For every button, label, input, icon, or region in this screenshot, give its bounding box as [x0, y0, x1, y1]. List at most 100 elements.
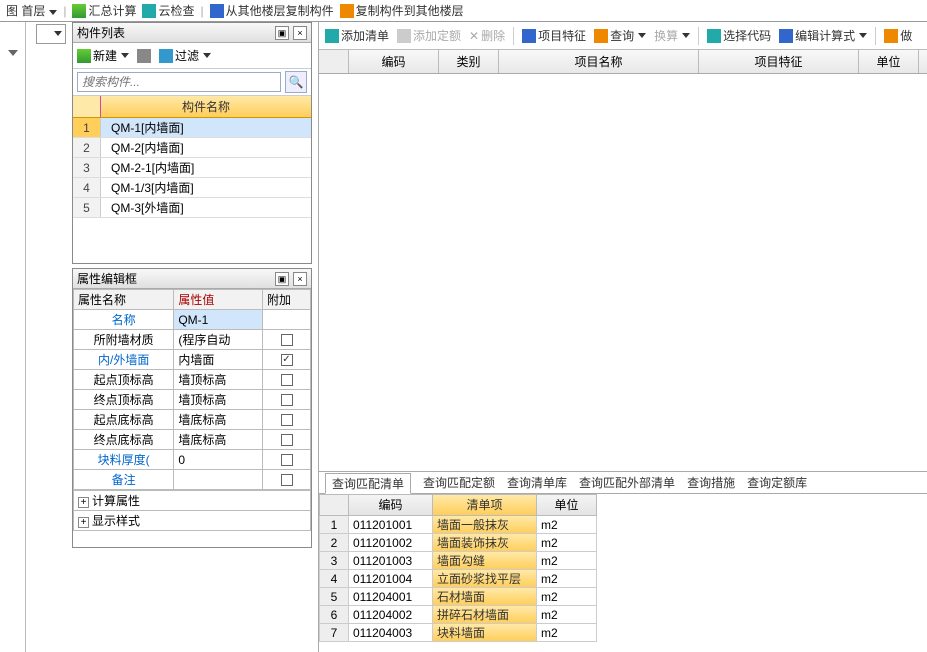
main-grid-empty[interactable] — [319, 74, 927, 472]
cloud-check-button[interactable]: 云检查 — [142, 2, 194, 19]
prop-value[interactable]: 0 — [174, 450, 263, 470]
result-unit: m2 — [537, 624, 597, 642]
prop-extra — [263, 350, 311, 370]
component-row[interactable]: 1QM-1[内墙面] — [73, 118, 311, 138]
checkbox[interactable] — [281, 474, 293, 486]
tab-measures[interactable]: 查询措施 — [687, 474, 735, 491]
expand-icon[interactable]: + — [78, 497, 89, 508]
component-search-input[interactable] — [77, 72, 281, 92]
property-row[interactable]: 备注 — [74, 470, 311, 490]
property-row[interactable]: 起点顶标高墙顶标高 — [74, 370, 311, 390]
floor-dropdown[interactable]: 图 首层 — [6, 2, 57, 19]
component-row[interactable]: 3QM-2-1[内墙面] — [73, 158, 311, 178]
result-code: 011201004 — [349, 570, 433, 588]
prop-value-header: 属性值 — [174, 290, 263, 310]
new-component-button[interactable]: 新建 — [77, 47, 129, 64]
do-method-button[interactable]: 做 — [884, 27, 912, 44]
convert-button[interactable]: 换算 — [654, 27, 690, 44]
result-col-item[interactable]: 清单项 — [433, 494, 537, 516]
delete-button[interactable]: ✕ 删除 — [469, 27, 505, 44]
result-col-unit[interactable]: 单位 — [537, 494, 597, 516]
prop-extra — [263, 330, 311, 350]
result-code: 011204002 — [349, 606, 433, 624]
tab-match-external[interactable]: 查询匹配外部清单 — [579, 474, 675, 491]
tree-node[interactable]: +显示样式 — [74, 511, 311, 531]
add-quota-button[interactable]: 添加定额 — [397, 27, 461, 44]
prop-value[interactable]: 内墙面 — [174, 350, 263, 370]
prop-value[interactable] — [174, 470, 263, 490]
checkbox[interactable] — [281, 394, 293, 406]
property-row[interactable]: 终点顶标高墙顶标高 — [74, 390, 311, 410]
result-row[interactable]: 7011204003块料墙面m2 — [319, 624, 927, 642]
search-go-button[interactable]: 🔍 — [285, 71, 307, 93]
left-collapse-strip[interactable] — [0, 22, 26, 652]
prop-key: 内/外墙面 — [74, 350, 174, 370]
result-row[interactable]: 2011201002墙面装饰抹灰m2 — [319, 534, 927, 552]
component-row[interactable]: 2QM-2[内墙面] — [73, 138, 311, 158]
prop-value[interactable]: QM-1 — [174, 310, 263, 330]
checkbox[interactable] — [281, 414, 293, 426]
property-row[interactable]: 块料厚度(0 — [74, 450, 311, 470]
result-item: 墙面装饰抹灰 — [433, 534, 537, 552]
copy-to-button[interactable]: 复制构件到其他楼层 — [340, 2, 464, 19]
tab-match-list[interactable]: 查询匹配清单 — [325, 473, 411, 494]
result-unit: m2 — [537, 606, 597, 624]
query-button[interactable]: 查询 — [594, 27, 646, 44]
select-code-button[interactable]: 选择代码 — [707, 27, 771, 44]
pin-button[interactable]: ▣ — [275, 272, 289, 286]
pin-button[interactable]: ▣ — [275, 26, 289, 40]
checkbox[interactable] — [281, 354, 293, 366]
add-list-button[interactable]: 添加清单 — [325, 27, 389, 44]
summary-calc-button[interactable]: 汇总计算 — [72, 2, 136, 19]
checkbox[interactable] — [281, 454, 293, 466]
add-list-icon — [325, 29, 339, 43]
property-tree: +计算属性+显示样式 — [73, 490, 311, 531]
prop-value[interactable]: 墙顶标高 — [174, 370, 263, 390]
component-row[interactable]: 5QM-3[外墙面] — [73, 198, 311, 218]
property-table: 属性名称 属性值 附加 名称QM-1所附墙材质(程序自动内/外墙面内墙面起点顶标… — [73, 289, 311, 490]
property-row[interactable]: 终点底标高墙底标高 — [74, 430, 311, 450]
prop-value[interactable]: 墙顶标高 — [174, 390, 263, 410]
checkbox[interactable] — [281, 334, 293, 346]
filter-button[interactable]: 过滤 — [159, 47, 211, 64]
component-name: QM-1/3[内墙面] — [101, 178, 311, 197]
property-row[interactable]: 内/外墙面内墙面 — [74, 350, 311, 370]
checkbox[interactable] — [281, 374, 293, 386]
copy-from-button[interactable]: 从其他楼层复制构件 — [210, 2, 334, 19]
property-row[interactable]: 所附墙材质(程序自动 — [74, 330, 311, 350]
tab-quota-lib[interactable]: 查询定额库 — [747, 474, 807, 491]
row-index: 1 — [73, 118, 101, 137]
result-col-code[interactable]: 编码 — [349, 494, 433, 516]
checkbox[interactable] — [281, 434, 293, 446]
component-row[interactable]: 4QM-1/3[内墙面] — [73, 178, 311, 198]
expand-icon[interactable]: + — [78, 517, 89, 528]
edit-calc-button[interactable]: 编辑计算式 — [779, 27, 867, 44]
tab-match-quota[interactable]: 查询匹配定额 — [423, 474, 495, 491]
property-row[interactable]: 起点底标高墙底标高 — [74, 410, 311, 430]
result-row[interactable]: 1011201001墙面一般抹灰m2 — [319, 516, 927, 534]
col-unit[interactable]: 单位 — [859, 50, 919, 73]
prop-value[interactable]: 墙底标高 — [174, 410, 263, 430]
prop-key: 终点顶标高 — [74, 390, 174, 410]
close-button[interactable]: × — [293, 272, 307, 286]
close-button[interactable]: × — [293, 26, 307, 40]
col-code[interactable]: 编码 — [349, 50, 439, 73]
prop-value[interactable]: (程序自动 — [174, 330, 263, 350]
result-row[interactable]: 6011204002拼碎石材墙面m2 — [319, 606, 927, 624]
property-row[interactable]: 名称QM-1 — [74, 310, 311, 330]
col-proj-name[interactable]: 项目名称 — [499, 50, 699, 73]
result-row[interactable]: 3011201003墙面勾缝m2 — [319, 552, 927, 570]
tree-node[interactable]: +计算属性 — [74, 491, 311, 511]
component-name: QM-1[内墙面] — [101, 118, 311, 137]
layer-select[interactable] — [36, 24, 66, 44]
unknown-button-1[interactable] — [137, 49, 151, 63]
col-type[interactable]: 类别 — [439, 50, 499, 73]
project-feature-button[interactable]: 项目特征 — [522, 27, 586, 44]
component-grid: 构件名称 1QM-1[内墙面]2QM-2[内墙面]3QM-2-1[内墙面]4QM… — [73, 96, 311, 218]
prop-value[interactable]: 墙底标高 — [174, 430, 263, 450]
result-item: 块料墙面 — [433, 624, 537, 642]
result-row[interactable]: 5011204001石材墙面m2 — [319, 588, 927, 606]
col-proj-feat[interactable]: 项目特征 — [699, 50, 859, 73]
tab-list-lib[interactable]: 查询清单库 — [507, 474, 567, 491]
result-row[interactable]: 4011201004立面砂浆找平层m2 — [319, 570, 927, 588]
